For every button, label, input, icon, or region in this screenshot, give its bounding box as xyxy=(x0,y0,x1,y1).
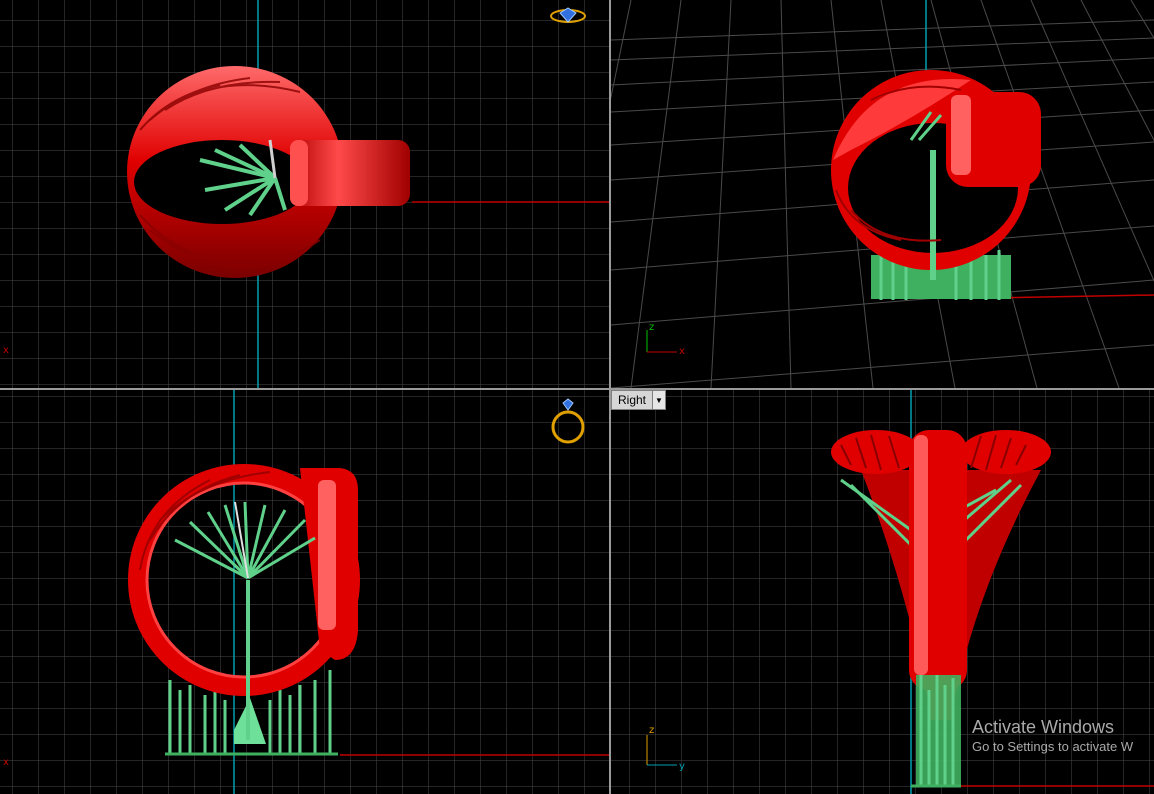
viewport-title-tab[interactable]: Right ▼ xyxy=(611,390,667,410)
ring-perspective-view xyxy=(831,70,1041,300)
perspective-axis-gizmo: z x xyxy=(646,322,685,357)
svg-text:z: z xyxy=(649,725,654,736)
viewport-splitter-vertical[interactable] xyxy=(609,0,611,794)
perspective-viewport-canvas: z x xyxy=(611,0,1154,388)
viewport-perspective[interactable]: z x xyxy=(611,0,1154,388)
activation-watermark: Activate Windows Go to Settings to activ… xyxy=(972,716,1133,756)
svg-text:x: x xyxy=(679,346,685,357)
front-axis-marker: x xyxy=(3,757,9,768)
chevron-down-icon[interactable]: ▼ xyxy=(652,391,666,409)
top-axis-marker: x xyxy=(3,345,9,356)
front-viewport-canvas: x xyxy=(0,390,609,794)
top-viewport-canvas: x xyxy=(0,0,609,388)
svg-text:y: y xyxy=(679,761,685,772)
viewport-front[interactable]: x xyxy=(0,390,609,794)
svg-text:z: z xyxy=(649,322,654,333)
viewport-splitter-horizontal[interactable] xyxy=(0,388,1154,390)
viewport-top[interactable]: x xyxy=(0,0,609,388)
watermark-title: Activate Windows xyxy=(972,717,1115,737)
watermark-subtitle: Go to Settings to activate W xyxy=(972,739,1134,754)
viewport-name-label: Right xyxy=(618,393,647,407)
